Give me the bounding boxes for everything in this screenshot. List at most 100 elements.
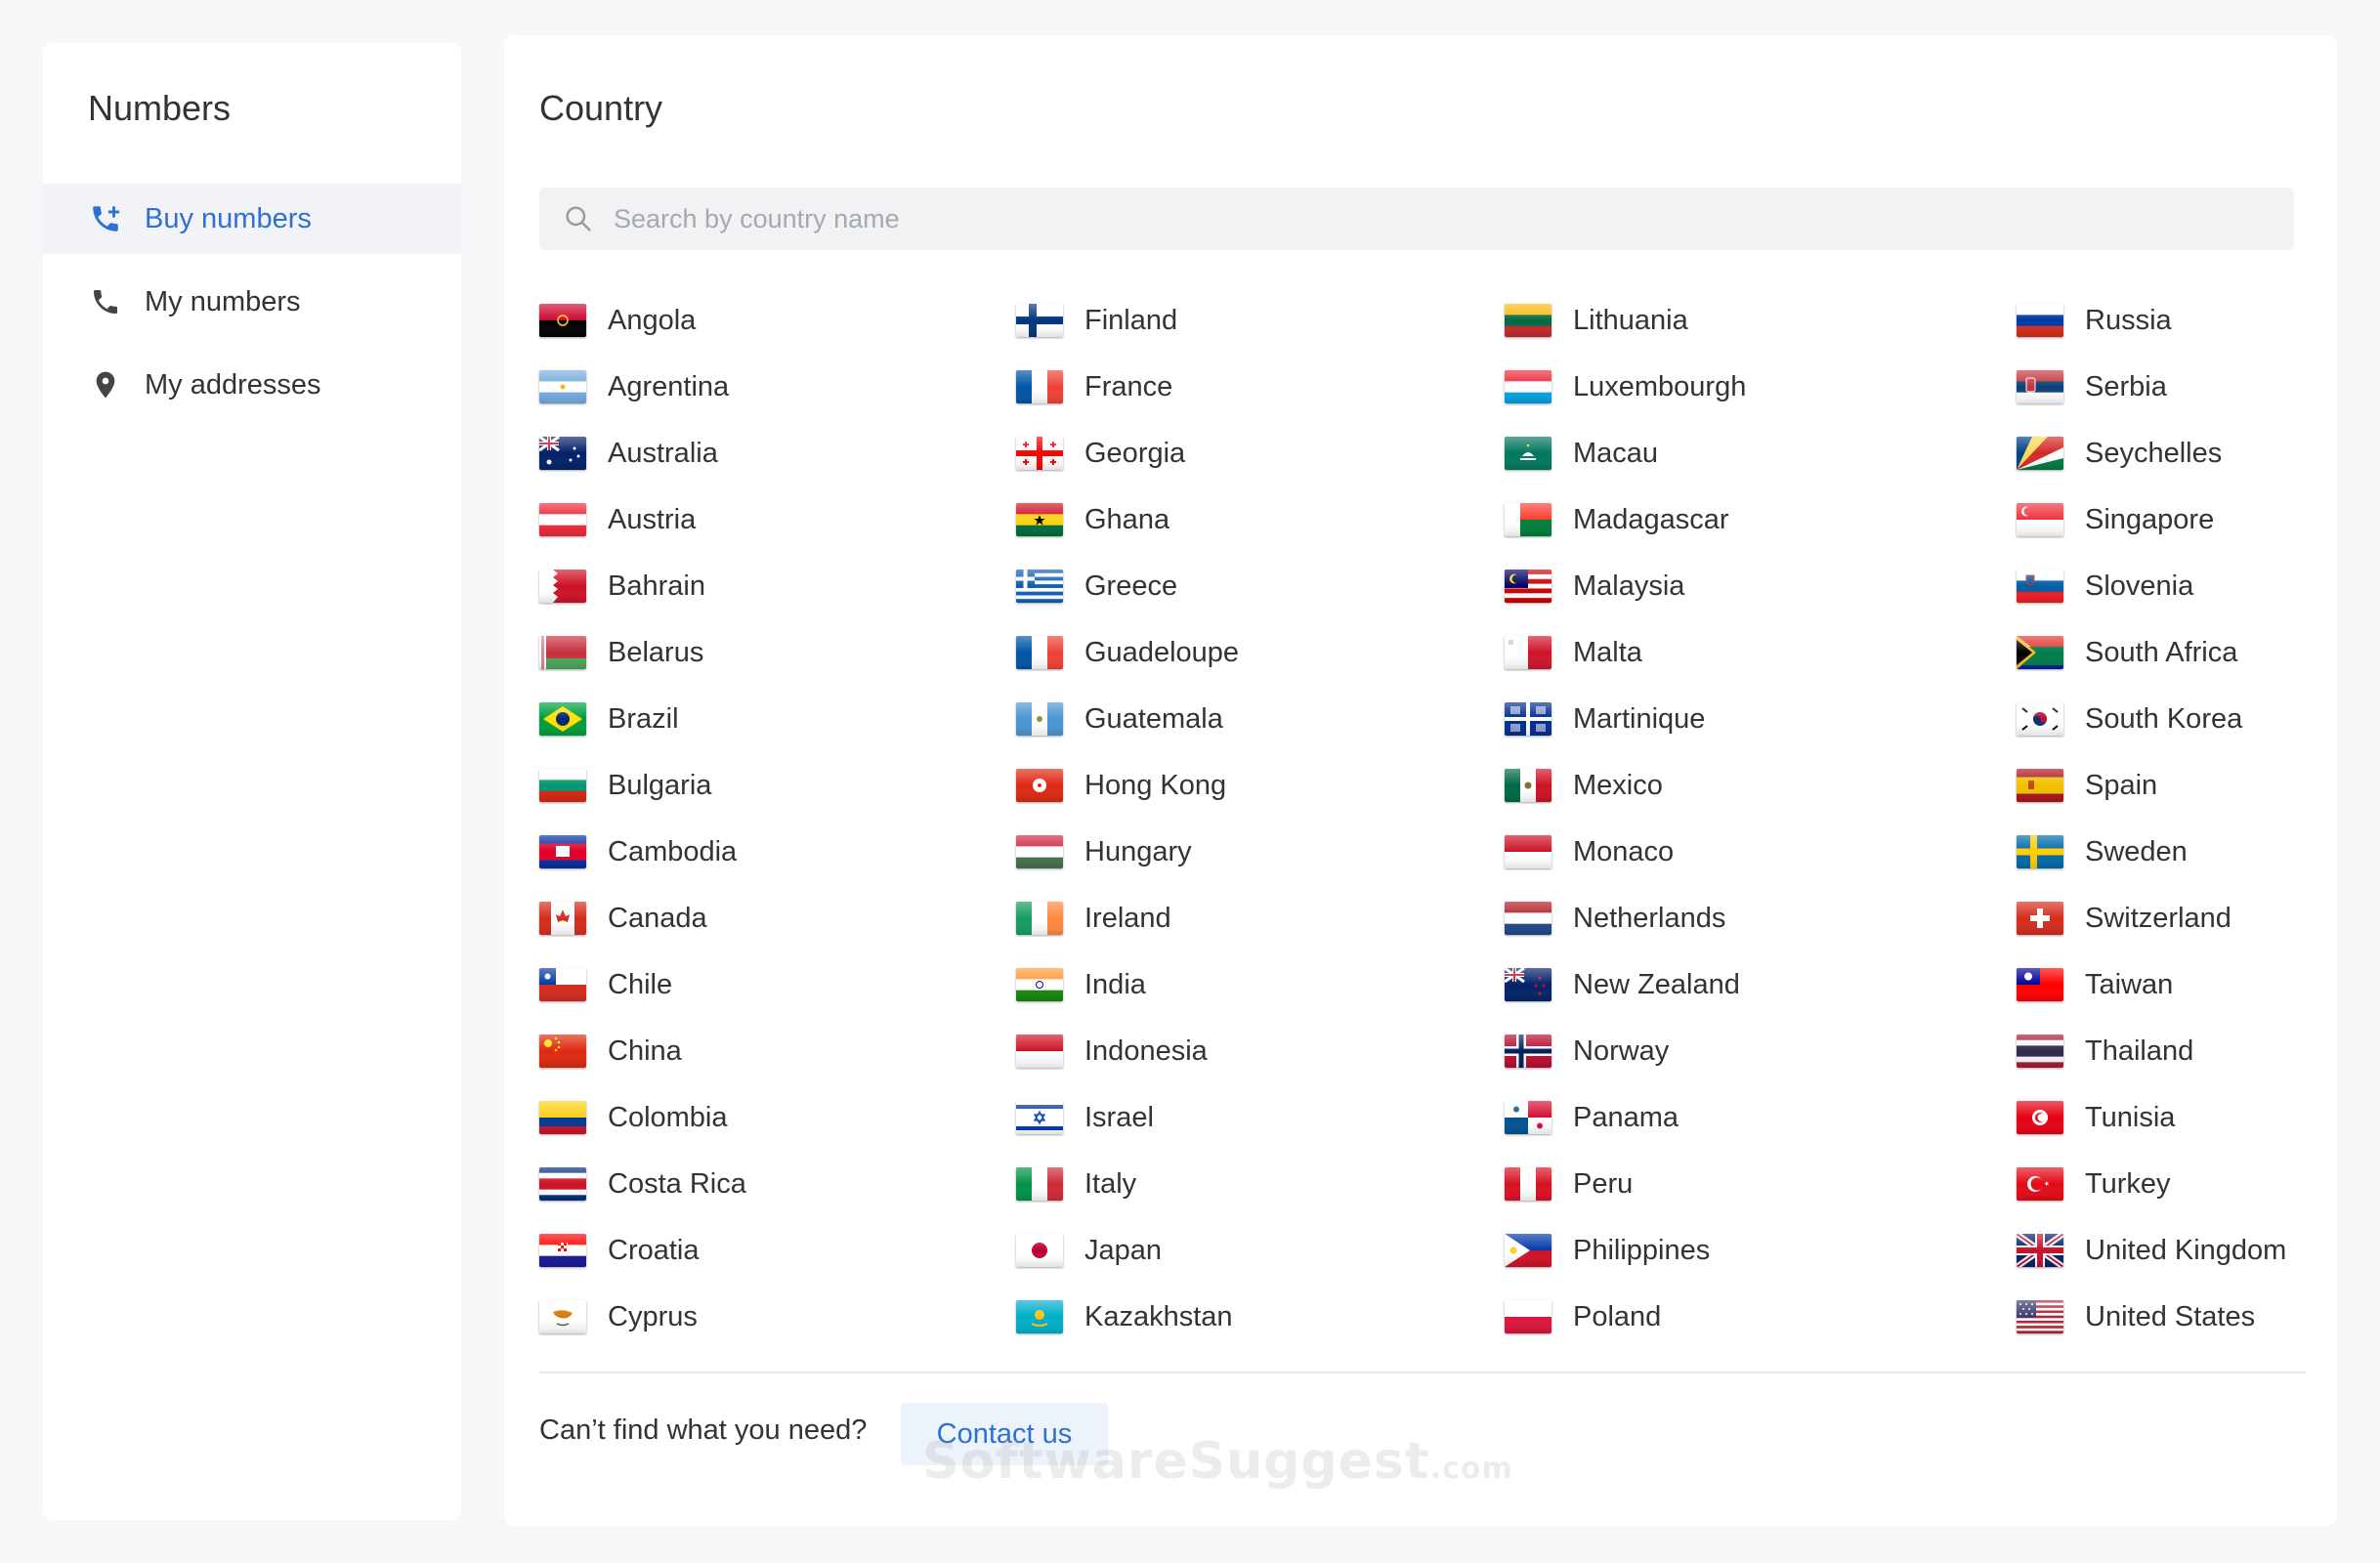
country-item[interactable]: Australia (539, 420, 746, 486)
flag-icon (539, 1167, 586, 1201)
country-name: Ireland (1084, 902, 1171, 934)
country-item[interactable]: Belarus (539, 619, 746, 686)
country-item[interactable]: Bahrain (539, 553, 746, 619)
country-item[interactable]: Poland (1505, 1284, 1746, 1350)
country-item[interactable]: Kazakhstan (1016, 1284, 1239, 1350)
country-item[interactable]: United States (2017, 1284, 2286, 1350)
flag-icon (2017, 437, 2063, 470)
country-item[interactable]: Japan (1016, 1217, 1239, 1284)
country-item[interactable]: Lithuania (1505, 287, 1746, 354)
flag-icon (539, 769, 586, 802)
flag-icon (1016, 902, 1063, 935)
country-item[interactable]: Ireland (1016, 885, 1239, 951)
country-item[interactable]: Russia (2017, 287, 2286, 354)
country-grid: Angola Agrentina Australia Austria Bahrain Be… (539, 287, 2298, 1362)
country-item[interactable]: Serbia (2017, 354, 2286, 420)
country-item[interactable]: Greece (1016, 553, 1239, 619)
country-item[interactable]: Israel (1016, 1084, 1239, 1151)
country-name: France (1084, 370, 1173, 402)
country-item[interactable]: Malta (1505, 619, 1746, 686)
country-item[interactable]: South Korea (2017, 686, 2286, 752)
flag-icon (1016, 769, 1063, 802)
country-name: United States (2085, 1300, 2256, 1332)
country-item[interactable]: Angola (539, 287, 746, 354)
country-item[interactable]: Thailand (2017, 1018, 2286, 1084)
country-item[interactable]: Colombia (539, 1084, 746, 1151)
search-box[interactable] (539, 188, 2294, 250)
flag-icon (1016, 636, 1063, 669)
flag-icon (539, 636, 586, 669)
country-name: Malaysia (1573, 570, 1685, 602)
country-name: Norway (1573, 1035, 1670, 1067)
country-item[interactable]: France (1016, 354, 1239, 420)
flag-icon (1016, 570, 1063, 603)
sidebar-item-my-addresses[interactable]: My addresses (43, 350, 461, 420)
country-item[interactable]: Switzerland (2017, 885, 2286, 951)
country-name: Mexico (1573, 769, 1663, 801)
country-item[interactable]: Finland (1016, 287, 1239, 354)
country-item[interactable]: Sweden (2017, 819, 2286, 885)
country-item[interactable]: Malaysia (1505, 553, 1746, 619)
flag-icon (1505, 503, 1551, 536)
country-item[interactable]: Costa Rica (539, 1151, 746, 1217)
country-item[interactable]: Brazil (539, 686, 746, 752)
country-item[interactable]: Peru (1505, 1151, 1746, 1217)
country-item[interactable]: Ghana (1016, 486, 1239, 553)
country-item[interactable]: Slovenia (2017, 553, 2286, 619)
country-item[interactable]: Norway (1505, 1018, 1746, 1084)
country-item[interactable]: Spain (2017, 752, 2286, 819)
country-item[interactable]: Mexico (1505, 752, 1746, 819)
country-item[interactable]: Chile (539, 951, 746, 1018)
country-name: Costa Rica (608, 1167, 746, 1200)
country-item[interactable]: China (539, 1018, 746, 1084)
country-item[interactable]: Philippines (1505, 1217, 1746, 1284)
flag-icon (1505, 902, 1551, 935)
country-item[interactable]: United Kingdom (2017, 1217, 2286, 1284)
country-item[interactable]: Monaco (1505, 819, 1746, 885)
country-item[interactable]: Panama (1505, 1084, 1746, 1151)
country-item[interactable]: South Africa (2017, 619, 2286, 686)
flag-icon (1505, 304, 1551, 337)
country-item[interactable]: Cyprus (539, 1284, 746, 1350)
country-name: United Kingdom (2085, 1234, 2287, 1266)
country-item[interactable]: Guatemala (1016, 686, 1239, 752)
country-name: Austria (608, 503, 697, 535)
country-item[interactable]: Croatia (539, 1217, 746, 1284)
country-item[interactable]: Georgia (1016, 420, 1239, 486)
sidebar-item-my-numbers[interactable]: My numbers (43, 267, 461, 337)
country-item[interactable]: Taiwan (2017, 951, 2286, 1018)
country-item[interactable]: Tunisia (2017, 1084, 2286, 1151)
country-item[interactable]: Martinique (1505, 686, 1746, 752)
country-item[interactable]: Canada (539, 885, 746, 951)
country-item[interactable]: Austria (539, 486, 746, 553)
country-item[interactable]: Indonesia (1016, 1018, 1239, 1084)
sidebar-item-buy-numbers[interactable]: Buy numbers (43, 184, 461, 254)
country-item[interactable]: Hungary (1016, 819, 1239, 885)
country-item[interactable]: Agrentina (539, 354, 746, 420)
sidebar-item-label: My addresses (145, 368, 321, 401)
country-name: Taiwan (2085, 968, 2174, 1000)
country-item[interactable]: Macau (1505, 420, 1746, 486)
flag-icon (1505, 702, 1551, 736)
country-name: Singapore (2085, 503, 2215, 535)
country-item[interactable]: Italy (1016, 1151, 1239, 1217)
country-item[interactable]: Netherlands (1505, 885, 1746, 951)
country-item[interactable]: New Zealand (1505, 951, 1746, 1018)
flag-icon (539, 702, 586, 736)
country-item[interactable]: Luxembourgh (1505, 354, 1746, 420)
country-item[interactable]: Cambodia (539, 819, 746, 885)
country-item[interactable]: India (1016, 951, 1239, 1018)
country-name: Tunisia (2085, 1101, 2176, 1133)
country-item[interactable]: Hong Kong (1016, 752, 1239, 819)
country-item[interactable]: Bulgaria (539, 752, 746, 819)
flag-icon (539, 968, 586, 1001)
country-item[interactable]: Guadeloupe (1016, 619, 1239, 686)
flag-icon (1505, 1300, 1551, 1333)
country-item[interactable]: Madagascar (1505, 486, 1746, 553)
flag-icon (539, 835, 586, 868)
country-item[interactable]: Seychelles (2017, 420, 2286, 486)
country-item[interactable]: Turkey (2017, 1151, 2286, 1217)
country-item[interactable]: Singapore (2017, 486, 2286, 553)
search-input[interactable] (612, 202, 2294, 235)
country-name: Spain (2085, 769, 2158, 801)
